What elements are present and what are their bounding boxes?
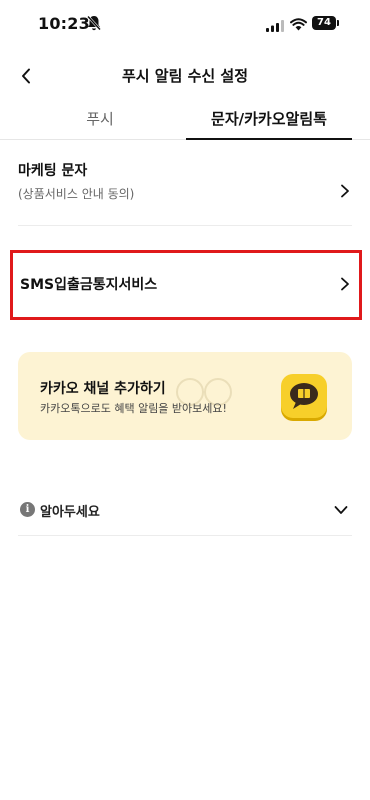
tab-sms-kakao[interactable]: 문자/카카오알림톡 [186, 104, 352, 140]
chevron-down-icon [334, 506, 348, 514]
page-title: 푸시 알림 수신 설정 [121, 67, 249, 85]
battery-level: 74 [312, 16, 336, 30]
cellular-signal-icon [266, 17, 284, 32]
kakaotalk-icon [281, 374, 327, 421]
notice-label: 알아두세요 [40, 505, 100, 520]
status-time: 10:23 [38, 14, 90, 33]
info-icon: i [20, 502, 35, 517]
marketing-sms-subtitle: (상품서비스 안내 동의) [18, 187, 135, 201]
chevron-right-icon [341, 184, 349, 198]
sms-notification-service-title: SMS입출금통지서비스 [20, 277, 158, 293]
chevron-right-icon [341, 277, 349, 291]
wifi-icon [290, 16, 307, 31]
marketing-sms-title: 마케팅 문자 [18, 163, 88, 179]
battery-icon: 74 [312, 16, 339, 30]
decoration-illustration [176, 378, 232, 406]
bell-off-icon [87, 15, 101, 31]
header: 푸시 알림 수신 설정 [0, 56, 370, 96]
kakao-banner-title: 카카오 채널 추가하기 [40, 381, 166, 397]
kakao-channel-banner[interactable]: 카카오 채널 추가하기 카카오톡으로도 혜택 알림을 받아보세요! [18, 352, 352, 440]
tab-push[interactable]: 푸시 [14, 104, 186, 140]
marketing-sms-row[interactable]: 마케팅 문자 (상품서비스 안내 동의) [18, 160, 352, 226]
sms-notification-service-row[interactable]: SMS입출금통지서비스 [18, 250, 352, 320]
kakao-banner-subtitle: 카카오톡으로도 혜택 알림을 받아보세요! [40, 402, 227, 415]
status-bar: 10:23 74 [0, 0, 370, 48]
tab-bar: 푸시 문자/카카오알림톡 [0, 104, 370, 140]
notice-row[interactable]: i 알아두세요 [18, 494, 352, 536]
